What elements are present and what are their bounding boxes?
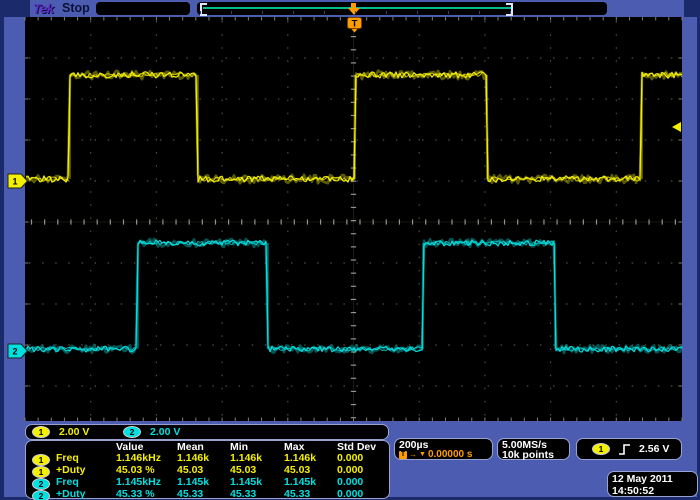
svg-text:2: 2 bbox=[12, 347, 17, 357]
measurement-stddev: 0.000 bbox=[337, 489, 389, 500]
measurement-table: Value Mean Min Max Std Dev 1 Freq 1.146k… bbox=[25, 440, 390, 499]
trigger-position-value: 0.00000 s bbox=[428, 450, 473, 460]
record-view-tick bbox=[200, 11, 201, 14]
record-view-right-bracket bbox=[506, 3, 513, 16]
triangle-down-icon: ▼ bbox=[419, 450, 426, 460]
record-view-tick bbox=[324, 11, 325, 14]
measurement-value: 45.33 % bbox=[116, 489, 177, 500]
record-view-tick bbox=[417, 11, 418, 14]
record-view-left-bracket bbox=[200, 3, 207, 16]
arrow-right-icon: → bbox=[409, 450, 417, 460]
table-row: 2 bbox=[32, 489, 56, 500]
table-row: 1 bbox=[32, 453, 56, 465]
trigger-source-badge: 1 bbox=[592, 443, 610, 455]
record-view-tick bbox=[386, 11, 387, 14]
ch2-badge: 2 bbox=[123, 426, 141, 438]
trigger-readout: 1 2.56 V bbox=[576, 438, 682, 460]
record-view-tick bbox=[231, 11, 232, 14]
svg-text:T: T bbox=[352, 19, 358, 30]
record-view-tick bbox=[448, 11, 449, 14]
measurement-name: +Duty bbox=[56, 489, 116, 500]
channel-scale-readout: 1 2.00 V 2 2.00 V bbox=[25, 424, 389, 440]
tek-logo: Tek bbox=[33, 1, 53, 16]
table-row: 1 bbox=[32, 465, 56, 477]
datetime-readout: 12 May 2011 14:50:52 bbox=[607, 471, 698, 497]
trigger-level: 2.56 V bbox=[639, 443, 669, 455]
timebase-readout: 200µs T→▼ 0.00000 s bbox=[394, 438, 493, 460]
acquisition-status-box bbox=[96, 2, 190, 15]
ch2-badge: 2 bbox=[32, 490, 50, 500]
acquisition-readout: 5.00MS/s 10k points bbox=[497, 438, 570, 460]
measurement-min: 45.33 bbox=[230, 489, 284, 500]
svg-text:1: 1 bbox=[12, 177, 17, 187]
record-view-tick bbox=[479, 11, 480, 14]
oscilloscope-screen: 12T Tek Stop 1 2.00 V 2 2.00 V Value Mea… bbox=[0, 0, 700, 500]
ch2-scale: 2.00 V bbox=[150, 426, 180, 438]
trigger-position-arrowhead bbox=[348, 8, 360, 15]
measurement-max: 45.33 bbox=[284, 489, 337, 500]
trigger-ref-icon: T bbox=[399, 451, 407, 459]
table-row: 2 bbox=[32, 477, 56, 489]
record-view-bar bbox=[197, 2, 607, 15]
ch1-ground-marker: 1 bbox=[8, 174, 28, 188]
ch1-scale: 2.00 V bbox=[59, 426, 89, 438]
ch2-ground-marker: 2 bbox=[8, 344, 28, 358]
date: 12 May 2011 bbox=[612, 473, 693, 485]
time: 14:50:52 bbox=[612, 485, 693, 497]
record-view-tick bbox=[510, 11, 511, 14]
record-view-tick bbox=[262, 11, 263, 14]
measurement-mean: 45.33 bbox=[177, 489, 230, 500]
record-length: 10k points bbox=[502, 450, 565, 460]
rising-edge-icon bbox=[618, 443, 631, 456]
ch1-badge: 1 bbox=[32, 426, 50, 438]
record-view-tick bbox=[355, 11, 356, 14]
record-view-tick bbox=[293, 11, 294, 14]
acquisition-status: Stop bbox=[62, 1, 90, 15]
